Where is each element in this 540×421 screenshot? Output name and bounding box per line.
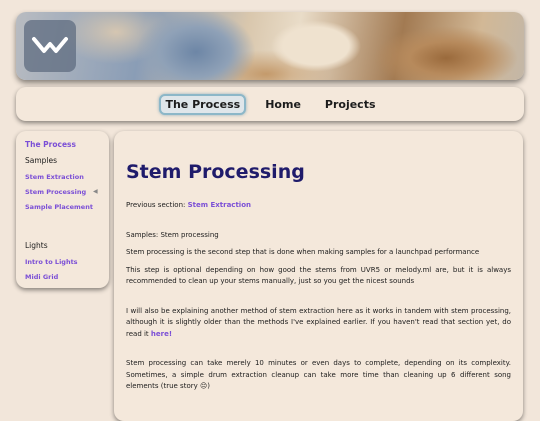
sidebar-link-sample-placement[interactable]: Sample Placement (25, 203, 109, 211)
header-banner (16, 12, 524, 80)
top-nav: The Process Home Projects (16, 87, 524, 121)
logo[interactable] (24, 20, 76, 72)
previous-section-label: Previous section: (126, 201, 186, 209)
previous-section-link[interactable]: Stem Extraction (188, 201, 251, 209)
sidebar-title[interactable]: The Process (25, 140, 109, 149)
sidebar-link-midi-grid[interactable]: Midi Grid (25, 273, 109, 281)
nav-item-projects[interactable]: Projects (320, 95, 381, 114)
main-content: Stem Processing Previous section: Stem E… (114, 131, 523, 421)
sidebar-link-label: Stem Processing (25, 188, 87, 196)
nav-item-the-process[interactable]: The Process (159, 93, 247, 115)
paragraph-3: I will also be explaining another method… (126, 306, 511, 341)
paragraph-3-text: I will also be explaining another method… (126, 306, 511, 338)
chevron-down-logo-icon (32, 37, 68, 53)
sidebar-link-stem-processing[interactable]: Stem Processing ◀ (25, 188, 109, 196)
sidebar-heading-lights: Lights (25, 241, 48, 250)
sidebar-link-intro-to-lights[interactable]: Intro to Lights (25, 258, 109, 266)
previous-section: Previous section: Stem Extraction (126, 200, 511, 212)
page-title: Stem Processing (126, 161, 305, 183)
paragraph-1: Stem processing is the second step that … (126, 248, 480, 256)
sidebar: The Process Samples Stem Extraction Stem… (16, 131, 109, 288)
paragraph-4: Stem processing can take merely 10 minut… (126, 359, 511, 390)
sidebar-heading-samples: Samples (25, 156, 58, 165)
sidebar-link-stem-extraction[interactable]: Stem Extraction (25, 173, 109, 181)
paragraph-2: This step is optional depending on how g… (126, 265, 511, 286)
nav-item-home[interactable]: Home (260, 95, 306, 114)
here-link[interactable]: here! (151, 330, 172, 338)
breadcrumb: Samples: Stem processing (126, 230, 219, 239)
triangle-left-icon: ◀ (93, 188, 98, 195)
